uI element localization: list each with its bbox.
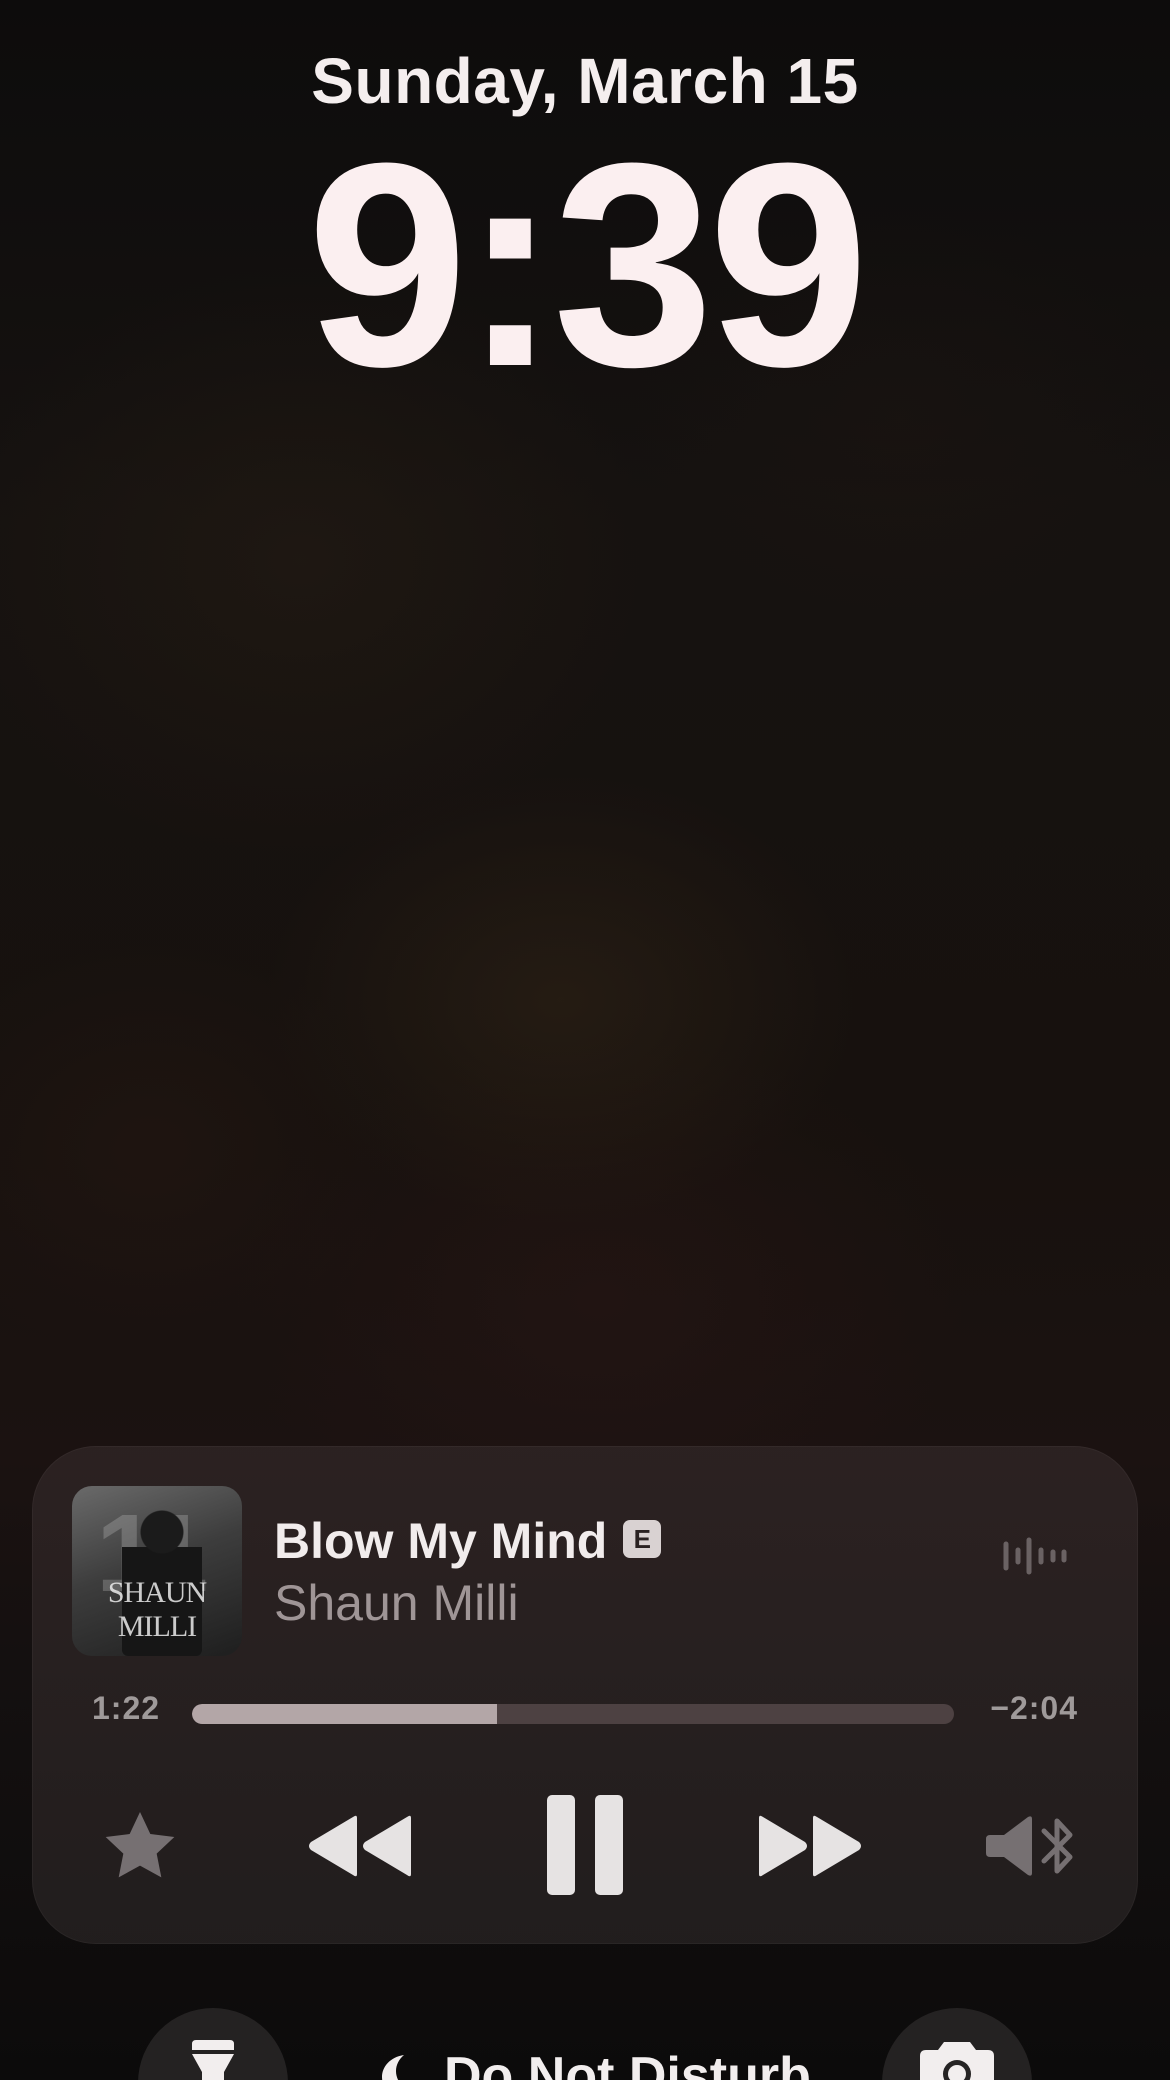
speaker-bluetooth-icon	[986, 1816, 1073, 1876]
time-remaining: −2:04	[990, 1690, 1078, 1726]
moon-icon	[382, 2055, 404, 2080]
focus-mode-indicator[interactable]: Do Not Disturb	[380, 2046, 811, 2080]
previous-track-button[interactable]	[300, 1798, 420, 1894]
now-playing-widget[interactable]: 11 SHAUN MILLI Blow My Mind E Shaun Milli…	[32, 1446, 1138, 1944]
time-elapsed: 1:22	[92, 1690, 161, 1726]
pause-button[interactable]	[537, 1780, 633, 1910]
flashlight-icon	[192, 2040, 234, 2080]
favorite-button[interactable]	[92, 1798, 188, 1894]
lock-time: 9:39	[306, 103, 869, 427]
explicit-badge: E	[623, 1519, 662, 1558]
progress-fill	[192, 1704, 497, 1724]
audio-output-button[interactable]	[982, 1798, 1082, 1894]
fast-forward-icon	[759, 1815, 861, 1877]
song-title[interactable]: Blow My Mind E	[274, 1512, 662, 1570]
song-title-text: Blow My Mind	[274, 1513, 608, 1569]
artwork-text: SHAUN MILLI	[107, 1576, 207, 1643]
album-artwork[interactable]: 11 SHAUN MILLI	[72, 1486, 242, 1656]
pause-icon	[547, 1795, 623, 1895]
next-track-button[interactable]	[750, 1798, 870, 1894]
rewind-icon	[309, 1815, 411, 1877]
song-artist[interactable]: Shaun Milli	[274, 1574, 519, 1632]
waveform-icon	[1003, 1537, 1067, 1575]
star-icon	[105, 1812, 175, 1878]
progress-bar[interactable]	[192, 1704, 954, 1724]
camera-icon	[920, 2042, 994, 2080]
focus-mode-label: Do Not Disturb	[444, 2047, 811, 2080]
